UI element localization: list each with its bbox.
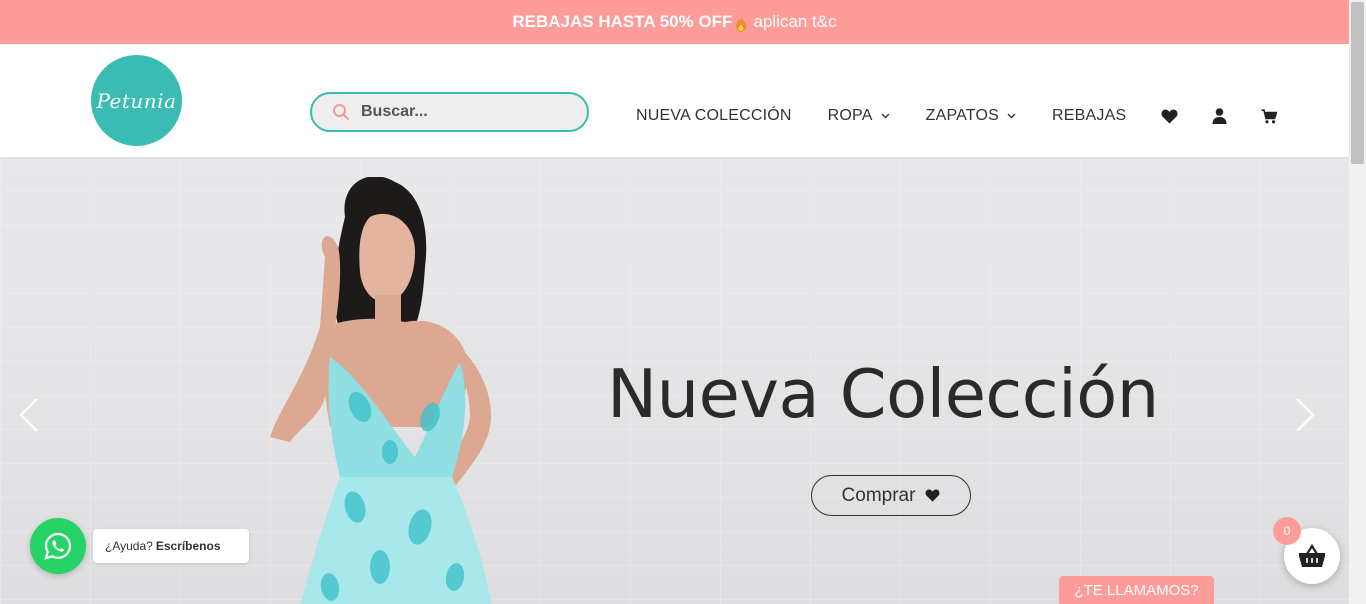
nav-item-label: ROPA (827, 107, 873, 124)
logo[interactable]: Petunia (91, 55, 182, 146)
nav-item-label: ZAPATOS (925, 107, 1000, 124)
scrollbar-thumb[interactable] (1351, 2, 1364, 164)
whatsapp-button[interactable] (30, 518, 86, 574)
nav-item-ropa[interactable]: ROPA (828, 107, 890, 125)
cart-count-badge: 0 (1273, 517, 1301, 545)
model-photo (270, 177, 492, 604)
callback-label: ¿TE LLAMAMOS? (1074, 581, 1199, 599)
slider-prev-arrow-icon[interactable] (18, 397, 40, 433)
search-icon[interactable] (332, 103, 350, 121)
wishlist-heart-icon[interactable] (1160, 107, 1178, 125)
heart-icon (926, 489, 940, 502)
cart-icon[interactable] (1260, 107, 1278, 125)
promo-bar: REBAJAS HASTA 50% OFF aplican t&c (0, 0, 1349, 44)
chevron-down-icon (1007, 113, 1016, 119)
slider-next-arrow-icon[interactable] (1294, 397, 1316, 433)
cta-label: Comprar (841, 484, 916, 506)
logo-text: Petunia (96, 88, 177, 113)
hero-title: Nueva Colección (607, 355, 1159, 433)
callback-button[interactable]: ¿TE LLAMAMOS? (1059, 576, 1214, 604)
main-nav: NUEVA COLECCIÓN ROPA ZAPATOS REBAJAS (636, 104, 1278, 128)
nav-item-zapatos[interactable]: ZAPATOS (926, 107, 1016, 125)
whatsapp-bubble[interactable]: ¿Ayuda? Escríbenos (93, 529, 249, 563)
chevron-down-icon (881, 113, 890, 119)
user-icon[interactable] (1210, 107, 1228, 125)
promo-text: aplican t&c (753, 12, 837, 31)
flame-icon (736, 16, 747, 32)
nav-item-label: REBAJAS (1052, 107, 1127, 124)
basket-icon (1299, 544, 1325, 567)
nav-item-nueva-coleccion[interactable]: NUEVA COLECCIÓN (636, 107, 792, 125)
nav-item-label: NUEVA COLECCIÓN (636, 107, 792, 124)
whatsapp-icon (44, 532, 72, 560)
shop-now-button[interactable]: Comprar (811, 475, 971, 516)
promo-bold-text: REBAJAS HASTA 50% OFF (512, 12, 733, 31)
whatsapp-question: ¿Ayuda? (105, 539, 153, 553)
whatsapp-action: Escríbenos (155, 539, 221, 553)
search-input[interactable] (361, 103, 561, 121)
page-scrollbar[interactable] (1349, 0, 1366, 604)
site-header: Petunia NUEVA COLECCIÓN ROPA ZAPATOS REB… (0, 44, 1349, 157)
search-box (310, 92, 589, 132)
nav-item-rebajas[interactable]: REBAJAS (1052, 107, 1126, 125)
